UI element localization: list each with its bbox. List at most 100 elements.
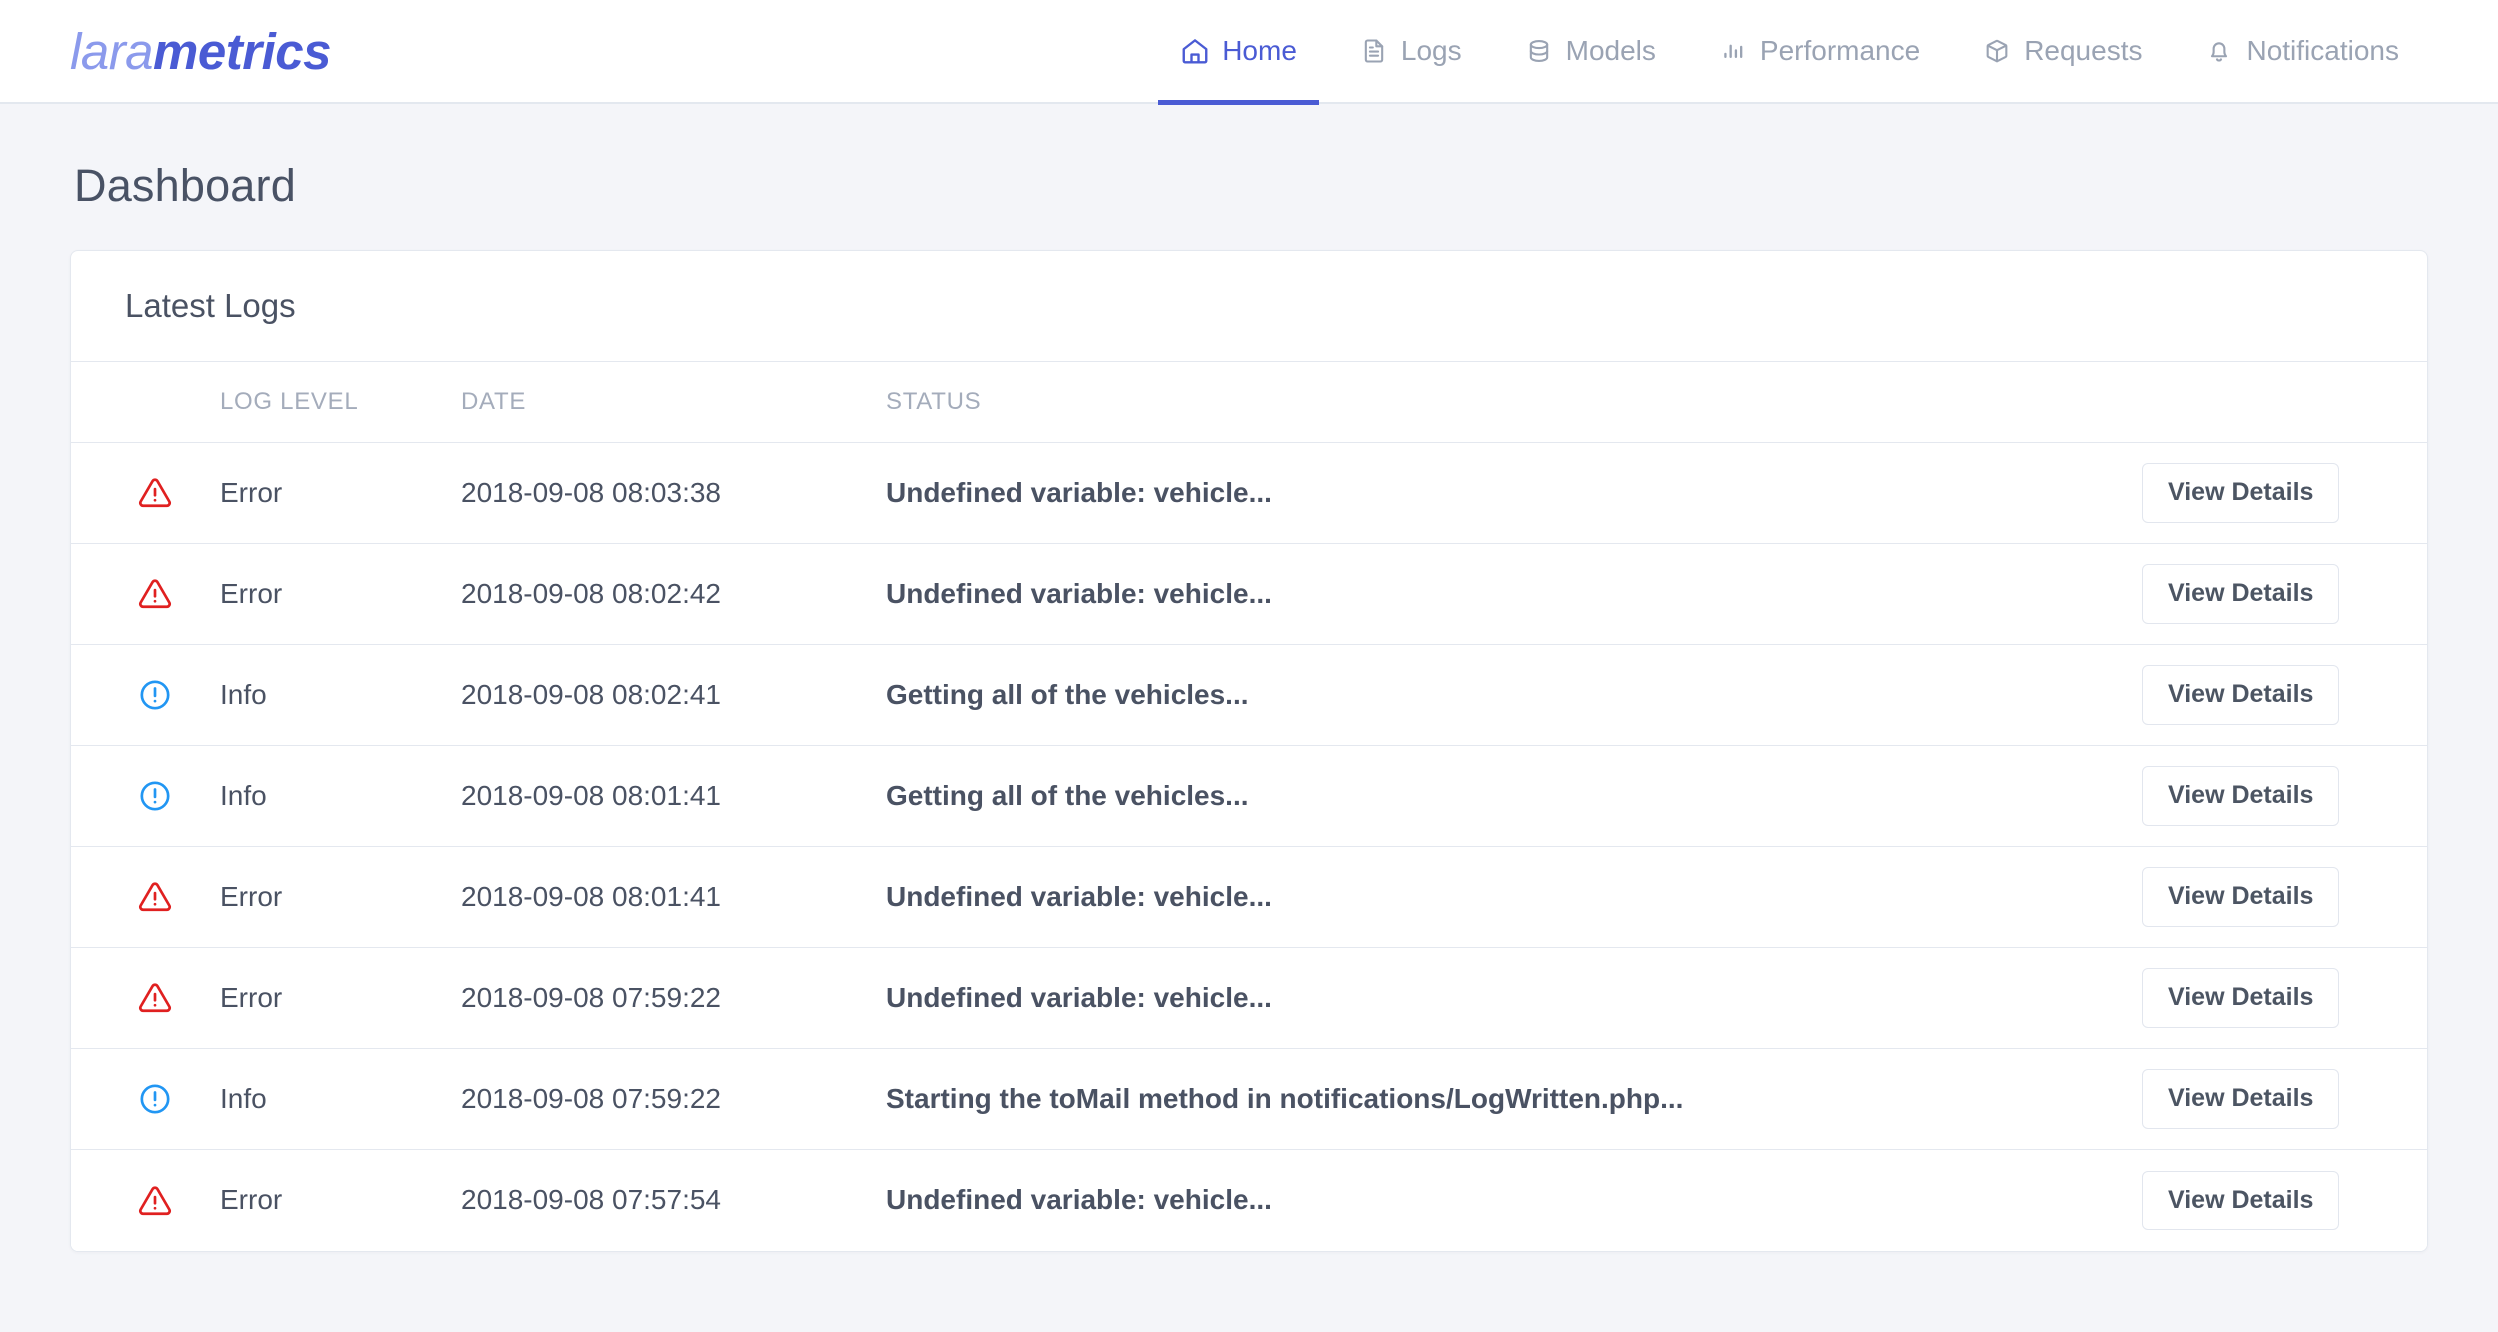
log-action-cell: View Details: [2142, 1149, 2427, 1251]
log-date-cell: 2018-09-08 07:59:22: [461, 1048, 886, 1150]
log-status-cell: Undefined variable: vehicle...: [886, 442, 2142, 544]
view-details-button[interactable]: View Details: [2142, 1069, 2340, 1129]
nav-items: Home Logs Models Performance Requests No…: [1156, 0, 2423, 105]
info-circle-icon: [138, 1082, 172, 1116]
log-date-cell: 2018-09-08 08:02:41: [461, 644, 886, 746]
log-level-cell: Error: [216, 846, 461, 948]
log-level-icon-cell: [71, 745, 216, 847]
logo-text-lara: lara: [70, 22, 154, 80]
info-circle-icon: [138, 678, 172, 712]
log-level-icon-cell: [71, 543, 216, 645]
nav-item-performance[interactable]: Performance: [1694, 0, 1944, 103]
log-level-cell: Info: [216, 745, 461, 847]
log-date-cell: 2018-09-08 07:57:54: [461, 1149, 886, 1251]
nav-item-requests[interactable]: Requests: [1958, 0, 2166, 103]
document-icon: [1359, 36, 1389, 66]
log-action-cell: View Details: [2142, 846, 2427, 948]
log-level-icon-cell: [71, 947, 216, 1049]
warning-triangle-icon: [138, 880, 172, 914]
top-navbar: larametrics Home Logs Models Performance…: [0, 0, 2498, 105]
bar-chart-icon: [1718, 36, 1748, 66]
log-level-cell: Error: [216, 543, 461, 645]
bell-icon: [2204, 36, 2234, 66]
log-action-cell: View Details: [2142, 1048, 2427, 1150]
log-action-cell: View Details: [2142, 745, 2427, 847]
table-row: Info 2018-09-08 07:59:22 Starting the toMa…: [71, 1048, 2427, 1150]
log-level-cell: Error: [216, 1149, 461, 1251]
log-date-cell: 2018-09-08 08:01:41: [461, 745, 886, 847]
info-circle-icon: [138, 779, 172, 813]
table-row: Error 2018-09-08 07:57:54 Undefined variab…: [71, 1149, 2427, 1251]
nav-item-home[interactable]: Home: [1156, 0, 1321, 105]
card-title: Latest Logs: [125, 287, 296, 324]
log-action-cell: View Details: [2142, 543, 2427, 645]
warning-triangle-icon: [138, 981, 172, 1015]
database-icon: [1524, 36, 1554, 66]
column-header-icon: [71, 362, 216, 443]
log-level-icon-cell: [71, 442, 216, 544]
nav-label-requests: Requests: [2024, 35, 2143, 66]
log-action-cell: View Details: [2142, 644, 2427, 746]
log-level-cell: Error: [216, 442, 461, 544]
nav-active-indicator: [1158, 100, 1319, 105]
warning-triangle-icon: [138, 1184, 172, 1218]
log-action-cell: View Details: [2142, 947, 2427, 1049]
table-row: Error 2018-09-08 08:01:41 Undefined variab…: [71, 846, 2427, 948]
log-level-icon-cell: [71, 846, 216, 948]
app-logo[interactable]: larametrics: [70, 26, 331, 77]
log-date-cell: 2018-09-08 08:01:41: [461, 846, 886, 948]
log-status-cell: Starting the toMail method in notificati…: [886, 1048, 2142, 1150]
logs-table-body: Error 2018-09-08 08:03:38 Undefined variab…: [71, 442, 2427, 1251]
view-details-button[interactable]: View Details: [2142, 564, 2340, 624]
view-details-button[interactable]: View Details: [2142, 463, 2340, 523]
log-level-cell: Info: [216, 644, 461, 746]
view-details-button[interactable]: View Details: [2142, 867, 2340, 927]
table-row: Error 2018-09-08 08:02:42 Undefined variab…: [71, 543, 2427, 645]
log-status-cell: Undefined variable: vehicle...: [886, 947, 2142, 1049]
table-row: Error 2018-09-08 08:03:38 Undefined variab…: [71, 442, 2427, 544]
log-action-cell: View Details: [2142, 442, 2427, 544]
package-icon: [1982, 36, 2012, 66]
log-status-cell: Undefined variable: vehicle...: [886, 1149, 2142, 1251]
log-status-cell: Getting all of the vehicles...: [886, 745, 2142, 847]
page-content: Dashboard Latest Logs LOG LEVEL DATE STA…: [0, 104, 2498, 1252]
page-title: Dashboard: [74, 160, 296, 211]
log-date-cell: 2018-09-08 07:59:22: [461, 947, 886, 1049]
log-date-cell: 2018-09-08 08:03:38: [461, 442, 886, 544]
nav-item-models[interactable]: Models: [1500, 0, 1680, 103]
warning-triangle-icon: [138, 476, 172, 510]
table-row: Info 2018-09-08 08:01:41 Getting all of th…: [71, 745, 2427, 847]
column-header-level: LOG LEVEL: [216, 362, 461, 443]
logo-text-metrics: metrics: [153, 22, 331, 80]
column-header-date: DATE: [461, 362, 886, 443]
log-status-cell: Undefined variable: vehicle...: [886, 543, 2142, 645]
card-header: Latest Logs: [71, 251, 2427, 362]
logs-table-head: LOG LEVEL DATE STATUS: [71, 362, 2427, 443]
log-level-icon-cell: [71, 1048, 216, 1150]
logs-table: LOG LEVEL DATE STATUS Error 2018-09-08 08…: [71, 362, 2427, 1251]
column-header-status: STATUS: [886, 362, 2142, 443]
warning-triangle-icon: [138, 577, 172, 611]
log-status-cell: Getting all of the vehicles...: [886, 644, 2142, 746]
log-level-icon-cell: [71, 644, 216, 746]
view-details-button[interactable]: View Details: [2142, 766, 2340, 826]
log-date-cell: 2018-09-08 08:02:42: [461, 543, 886, 645]
nav-item-notifications[interactable]: Notifications: [2180, 0, 2423, 103]
log-level-icon-cell: [71, 1149, 216, 1251]
view-details-button[interactable]: View Details: [2142, 665, 2340, 725]
log-level-cell: Error: [216, 947, 461, 1049]
table-header-row: LOG LEVEL DATE STATUS: [71, 362, 2427, 443]
view-details-button[interactable]: View Details: [2142, 1170, 2340, 1230]
column-header-action: [2142, 362, 2427, 443]
nav-label-home: Home: [1222, 35, 1297, 66]
nav-label-performance: Performance: [1759, 35, 1921, 66]
log-status-cell: Undefined variable: vehicle...: [886, 846, 2142, 948]
view-details-button[interactable]: View Details: [2142, 968, 2340, 1028]
table-row: Info 2018-09-08 08:02:41 Getting all of th…: [71, 644, 2427, 746]
nav-item-logs[interactable]: Logs: [1335, 0, 1486, 103]
log-level-cell: Info: [216, 1048, 461, 1150]
nav-label-logs: Logs: [1400, 35, 1462, 66]
nav-label-models: Models: [1565, 35, 1656, 66]
table-row: Error 2018-09-08 07:59:22 Undefined variab…: [71, 947, 2427, 1049]
home-icon: [1180, 36, 1210, 66]
